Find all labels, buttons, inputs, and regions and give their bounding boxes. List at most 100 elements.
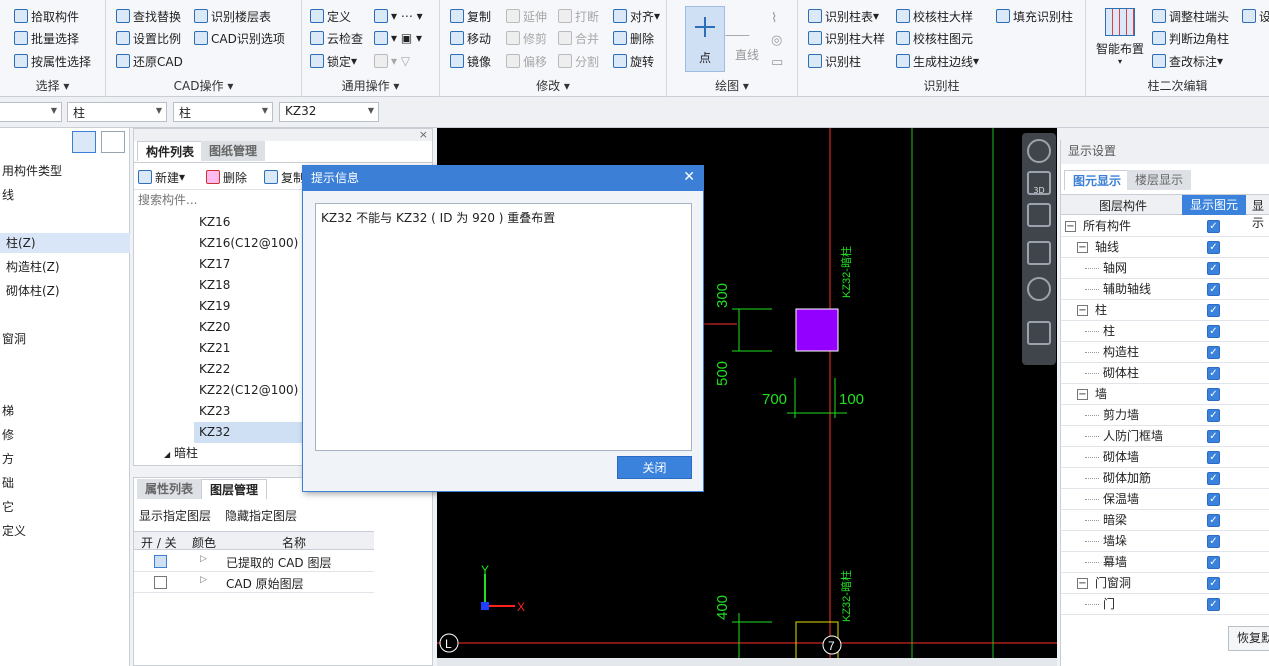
globe-icon[interactable] (1027, 139, 1051, 163)
point-button[interactable]: 点 (685, 6, 725, 72)
layer-toggle-checkbox[interactable] (154, 576, 167, 589)
tree-item[interactable]: 定义 (0, 521, 130, 541)
list-item[interactable]: KZ16(C12@100) (194, 233, 302, 254)
define-button[interactable]: 定义 (310, 6, 351, 26)
new-button[interactable]: 新建 ▾ (138, 167, 185, 187)
list-view-icon[interactable] (72, 131, 96, 153)
tab-component-list[interactable]: 构件列表 (137, 141, 204, 161)
show-element-checkbox[interactable]: ✓ (1207, 514, 1220, 527)
tab-element-display[interactable]: 图元显示 (1064, 170, 1131, 190)
table-row[interactable]: − 轴线 ✓ (1061, 237, 1269, 258)
tab-drawing-management[interactable]: 图纸管理 (201, 141, 266, 161)
judge-corner-column-button[interactable]: 判断边角柱 (1152, 28, 1229, 48)
table-row[interactable]: 构造柱 ✓ (1061, 342, 1269, 363)
offset-button[interactable]: 偏移 (506, 51, 547, 71)
grid-view-icon[interactable] (101, 131, 125, 153)
modify-label-button[interactable]: 查改标注 ▾ (1152, 51, 1223, 71)
table-row[interactable]: − 柱 ✓ (1061, 300, 1269, 321)
check-column-detail-button[interactable]: 校核柱大样 (896, 6, 973, 26)
group-concealed-column[interactable]: ◢ 暗柱 (164, 443, 198, 463)
show-element-checkbox[interactable]: ✓ (1207, 220, 1220, 233)
adjust-column-end-button[interactable]: 调整柱端头 (1152, 6, 1229, 26)
move-button[interactable]: 移动 (450, 28, 491, 48)
table-row[interactable]: ▷ 已提取的 CAD 图层 (134, 551, 374, 572)
collapse-icon[interactable]: − (1077, 242, 1088, 253)
box-view-icon[interactable] (1027, 241, 1051, 265)
settings-button[interactable]: 设 (1242, 6, 1269, 26)
set-scale-button[interactable]: 设置比例 (116, 28, 181, 48)
tree-item[interactable]: 窗洞 (0, 329, 130, 349)
delete-component-button[interactable]: 删除 (206, 167, 247, 187)
show-element-checkbox[interactable]: ✓ (1207, 556, 1220, 569)
smart-layout-button[interactable]: 智能布置 ▾ (1094, 8, 1146, 70)
show-element-checkbox[interactable]: ✓ (1207, 367, 1220, 380)
tree-item[interactable]: 构造柱(Z) (0, 257, 130, 277)
show-element-checkbox[interactable]: ✓ (1207, 493, 1220, 506)
cad-options-button[interactable]: CAD识别选项 (194, 28, 285, 48)
show-element-checkbox[interactable]: ✓ (1207, 325, 1220, 338)
show-element-checkbox[interactable]: ✓ (1207, 430, 1220, 443)
table-row[interactable]: 柱 ✓ (1061, 321, 1269, 342)
3d-view-icon[interactable]: 3D (1027, 171, 1051, 195)
batch-select-button[interactable]: 批量选择 (14, 28, 79, 48)
component-combo[interactable]: KZ32 ▼ (279, 102, 379, 122)
list-item[interactable]: KZ19 (194, 296, 302, 317)
show-specified-layer-button[interactable]: 显示指定图层 (139, 507, 211, 524)
table-row[interactable]: 暗梁 ✓ (1061, 510, 1269, 531)
close-icon[interactable]: × (419, 128, 428, 141)
trim-button[interactable]: 修剪 (506, 28, 547, 48)
table-row[interactable]: 剪力墙 ✓ (1061, 405, 1269, 426)
extend-button[interactable]: 延伸 (506, 6, 547, 26)
show-element-checkbox[interactable]: ✓ (1207, 451, 1220, 464)
expand-icon[interactable]: ▷ (200, 554, 207, 564)
rotate-button[interactable]: 旋转 (613, 51, 654, 71)
close-button[interactable]: 关闭 (617, 456, 692, 479)
show-element-checkbox[interactable]: ✓ (1207, 598, 1220, 611)
list-item[interactable]: KZ20 (194, 317, 302, 338)
layout-dropdown-2[interactable]: ▾ ▣ ▾ (374, 28, 422, 48)
recognize-column-table-button[interactable]: 识别柱表 ▾ (808, 6, 879, 26)
table-row[interactable]: 砌体加筋 ✓ (1061, 468, 1269, 489)
tab-layer-management[interactable]: 图层管理 (201, 479, 268, 499)
filter-dropdown[interactable]: ▾ ▽ (374, 51, 410, 71)
recognize-layer-table-button[interactable]: 识别楼层表 (194, 6, 271, 26)
tree-item[interactable]: 线 (0, 185, 130, 205)
layer-view-icon[interactable] (1027, 321, 1051, 345)
table-row[interactable]: 幕墙 ✓ (1061, 552, 1269, 573)
table-row[interactable]: 辅助轴线 ✓ (1061, 279, 1269, 300)
floor-combo[interactable]: ▼ (0, 102, 62, 122)
select-by-property-button[interactable]: 按属性选择 (14, 51, 91, 71)
column-kz32[interactable] (795, 308, 839, 352)
restore-default-button[interactable]: 恢复默 (1228, 626, 1269, 651)
table-row[interactable]: 人防门框墙 ✓ (1061, 426, 1269, 447)
cloud-check-button[interactable]: 云检查 (310, 28, 363, 48)
expand-icon[interactable]: ▷ (200, 575, 207, 585)
table-row[interactable]: 墙垛 ✓ (1061, 531, 1269, 552)
split-button[interactable]: 分割 (558, 51, 599, 71)
break-button[interactable]: 打断 (558, 6, 599, 26)
tab-property-list[interactable]: 属性列表 (137, 479, 202, 499)
list-item[interactable]: KZ23 (194, 401, 302, 422)
list-item[interactable]: KZ21 (194, 338, 302, 359)
tree-item[interactable]: 方 (0, 449, 130, 469)
list-item[interactable]: KZ22 (194, 359, 302, 380)
layout-dropdown-1[interactable]: ▾ ⋯ ▾ (374, 6, 423, 26)
show-element-checkbox[interactable]: ✓ (1207, 535, 1220, 548)
tree-item[interactable]: 砌体柱(Z) (0, 281, 130, 301)
list-item[interactable]: KZ18 (194, 275, 302, 296)
tree-item-column[interactable]: 柱(Z) (0, 233, 130, 253)
show-element-checkbox[interactable]: ✓ (1207, 577, 1220, 590)
list-item[interactable]: KZ16 (194, 212, 302, 233)
show-element-checkbox[interactable]: ✓ (1207, 304, 1220, 317)
check-column-element-button[interactable]: 校核柱图元 (896, 28, 973, 48)
table-row[interactable]: 轴网 ✓ (1061, 258, 1269, 279)
show-element-checkbox[interactable]: ✓ (1207, 388, 1220, 401)
layer-toggle-checkbox[interactable] (154, 555, 167, 568)
show-element-checkbox[interactable]: ✓ (1207, 241, 1220, 254)
table-row[interactable]: 门 ✓ (1061, 594, 1269, 615)
delete-button[interactable]: 删除 (613, 28, 654, 48)
fill-recognize-column-button[interactable]: 填充识别柱 (996, 6, 1073, 26)
pick-component-button[interactable]: 拾取构件 (14, 6, 79, 26)
table-row[interactable]: − 门窗洞 ✓ (1061, 573, 1269, 594)
tree-item[interactable]: 础 (0, 473, 130, 493)
